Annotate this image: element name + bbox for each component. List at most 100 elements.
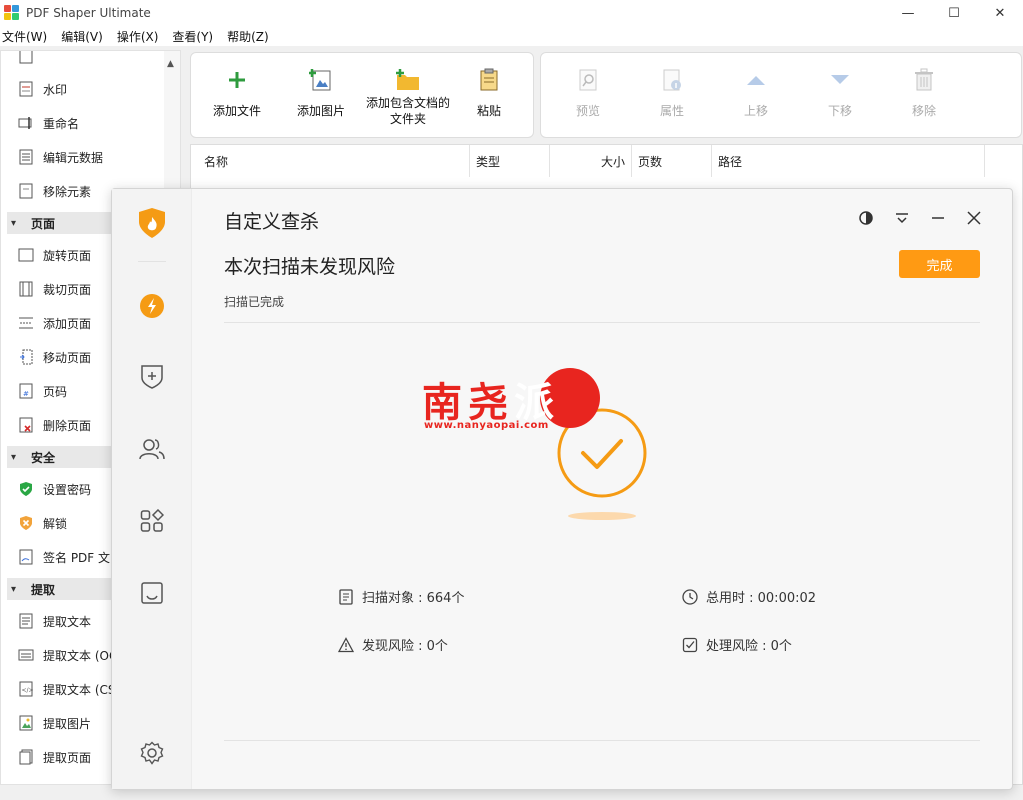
clipboard-icon (476, 67, 502, 93)
pages-icon (17, 748, 35, 766)
dialog-close-icon[interactable] (956, 207, 992, 229)
sign-icon (17, 548, 35, 566)
remove-button[interactable]: 移除 (894, 53, 954, 139)
add-file-button[interactable]: 添加文件 (207, 53, 267, 139)
sidebar-item-watermark[interactable]: 水印 (1, 72, 166, 106)
sidebar-item-label: 提取页面 (43, 750, 92, 765)
sidebar-item-label: 旋转页面 (43, 248, 92, 263)
column-header-pages[interactable]: 页数 (632, 145, 712, 177)
sidebar-item-label: 提取文本 (43, 614, 92, 629)
settings-gear-icon[interactable] (138, 739, 166, 767)
trash-icon (911, 67, 937, 93)
image-icon (17, 714, 35, 732)
dialog-minimize-icon[interactable] (920, 207, 956, 229)
delete-page-icon (17, 416, 35, 434)
toolbar-add-group: 添加文件 添加图片 添加包含文档的文件夹 粘贴 (190, 52, 534, 138)
menu-edit[interactable]: 编辑(V) (61, 28, 103, 45)
quick-scan-icon[interactable] (138, 292, 166, 320)
page-number-icon: # (17, 382, 35, 400)
add-image-button[interactable]: 添加图片 (291, 53, 351, 139)
list-document-icon (338, 588, 354, 605)
column-header-type[interactable]: 类型 (470, 145, 550, 177)
stat-total-time: 总用时 : 00:00:02 (682, 587, 816, 606)
shield-plus-icon[interactable] (138, 363, 166, 391)
sidebar-item-label: 添加页面 (43, 316, 92, 331)
ocr-icon (17, 646, 35, 664)
toolbar-edit-group: 预览 属性 上移 下移 移除 (540, 52, 1022, 138)
watermark-url: www.nanyaopai.com (424, 420, 549, 431)
sidebar-item-label: 编辑元数据 (43, 150, 104, 165)
chevron-down-icon: ▾ (11, 583, 17, 595)
sidebar-item-partial[interactable] (1, 51, 166, 73)
sidebar-item-label: 提取图片 (43, 716, 92, 731)
dropdown-menu-icon[interactable] (884, 207, 920, 229)
sidebar-item-label: 重命名 (43, 116, 80, 131)
sidebar-item-label: 提取文本 (CS (43, 682, 116, 697)
watermark-logo: 南尧派 www.nanyaopai.com (418, 368, 608, 438)
add-folder-icon (395, 67, 421, 93)
rotate-page-icon (17, 246, 35, 264)
code-document-icon: </> (17, 680, 35, 698)
sidebar-item-label: 页码 (43, 384, 68, 399)
sidebar-item-rename[interactable]: 重命名 (1, 106, 166, 140)
move-page-icon (17, 348, 35, 366)
menu-action[interactable]: 操作(X) (117, 28, 159, 45)
watermark-icon (17, 80, 35, 98)
sidebar-item-label: 删除页面 (43, 418, 92, 433)
sidebar-item-metadata[interactable]: 编辑元数据 (1, 140, 166, 174)
users-icon[interactable] (138, 435, 166, 463)
metadata-icon (17, 148, 35, 166)
minimize-button[interactable]: — (885, 0, 931, 26)
clock-icon (682, 588, 698, 605)
properties-button[interactable]: 属性 (642, 53, 702, 139)
shield-x-icon (17, 514, 35, 532)
move-down-button[interactable]: 下移 (810, 53, 870, 139)
info-icon (659, 67, 685, 93)
app-logo-icon (4, 5, 20, 21)
column-header-path[interactable]: 路径 (712, 145, 985, 177)
move-up-button[interactable]: 上移 (726, 53, 786, 139)
add-folder-button[interactable]: 添加包含文档的文件夹 (365, 53, 451, 139)
divider-top (224, 322, 980, 323)
security-shield-logo-icon[interactable] (138, 208, 166, 238)
scroll-up-icon[interactable]: ▲ (167, 59, 174, 69)
chevron-down-icon: ▾ (11, 451, 17, 463)
app-title: PDF Shaper Ultimate (26, 6, 151, 20)
theme-toggle-icon[interactable] (848, 207, 884, 229)
paste-button[interactable]: 粘贴 (459, 53, 519, 139)
column-header-name[interactable]: 名称 (191, 145, 470, 177)
menu-bar: 文件(W) 编辑(V) 操作(X) 查看(Y) 帮助(Z) (0, 26, 1023, 46)
sidebar-item-label: 移动页面 (43, 350, 92, 365)
remove-elements-icon (17, 182, 35, 200)
sidebar-item-label: 签名 PDF 文 (43, 550, 111, 565)
apps-grid-icon[interactable] (138, 507, 166, 535)
maximize-button[interactable]: ☐ (931, 0, 977, 26)
sidebar-item-label: 裁切页面 (43, 282, 92, 297)
svg-text:</>: </> (22, 687, 34, 694)
rename-icon (17, 114, 35, 132)
menu-file[interactable]: 文件(W) (2, 28, 47, 45)
close-button[interactable]: ✕ (977, 0, 1023, 26)
checkbox-icon (682, 637, 698, 653)
extract-text-icon (17, 612, 35, 630)
title-bar: PDF Shaper Ultimate — ☐ ✕ (0, 0, 1023, 26)
scan-status-text: 扫描已完成 (224, 295, 285, 309)
stat-risks-handled: 处理风险 : 0个 (682, 635, 792, 654)
inbox-tray-icon[interactable] (138, 579, 166, 607)
menu-view[interactable]: 查看(Y) (172, 28, 213, 45)
divider-bottom (224, 740, 980, 741)
plus-icon (224, 67, 250, 93)
add-image-icon (308, 67, 334, 93)
arrow-down-icon (827, 67, 853, 93)
shield-check-icon (17, 480, 35, 498)
sidebar-item-label: 水印 (43, 82, 68, 97)
done-button[interactable]: 完成 (899, 250, 980, 278)
preview-button[interactable]: 预览 (558, 53, 618, 139)
stat-scanned-objects: 扫描对象 : 664个 (338, 587, 464, 606)
scan-result-dialog: 自定义查杀 本次扫描未发现风险 扫描已完成 完成 扫描对象 : 664个 总用时… (111, 188, 1013, 790)
svg-text:#: # (23, 390, 29, 398)
column-header-size[interactable]: 大小 (550, 145, 632, 177)
menu-help[interactable]: 帮助(Z) (227, 28, 269, 45)
sidebar-item-label: 设置密码 (43, 482, 92, 497)
dialog-sidebar (112, 189, 192, 789)
